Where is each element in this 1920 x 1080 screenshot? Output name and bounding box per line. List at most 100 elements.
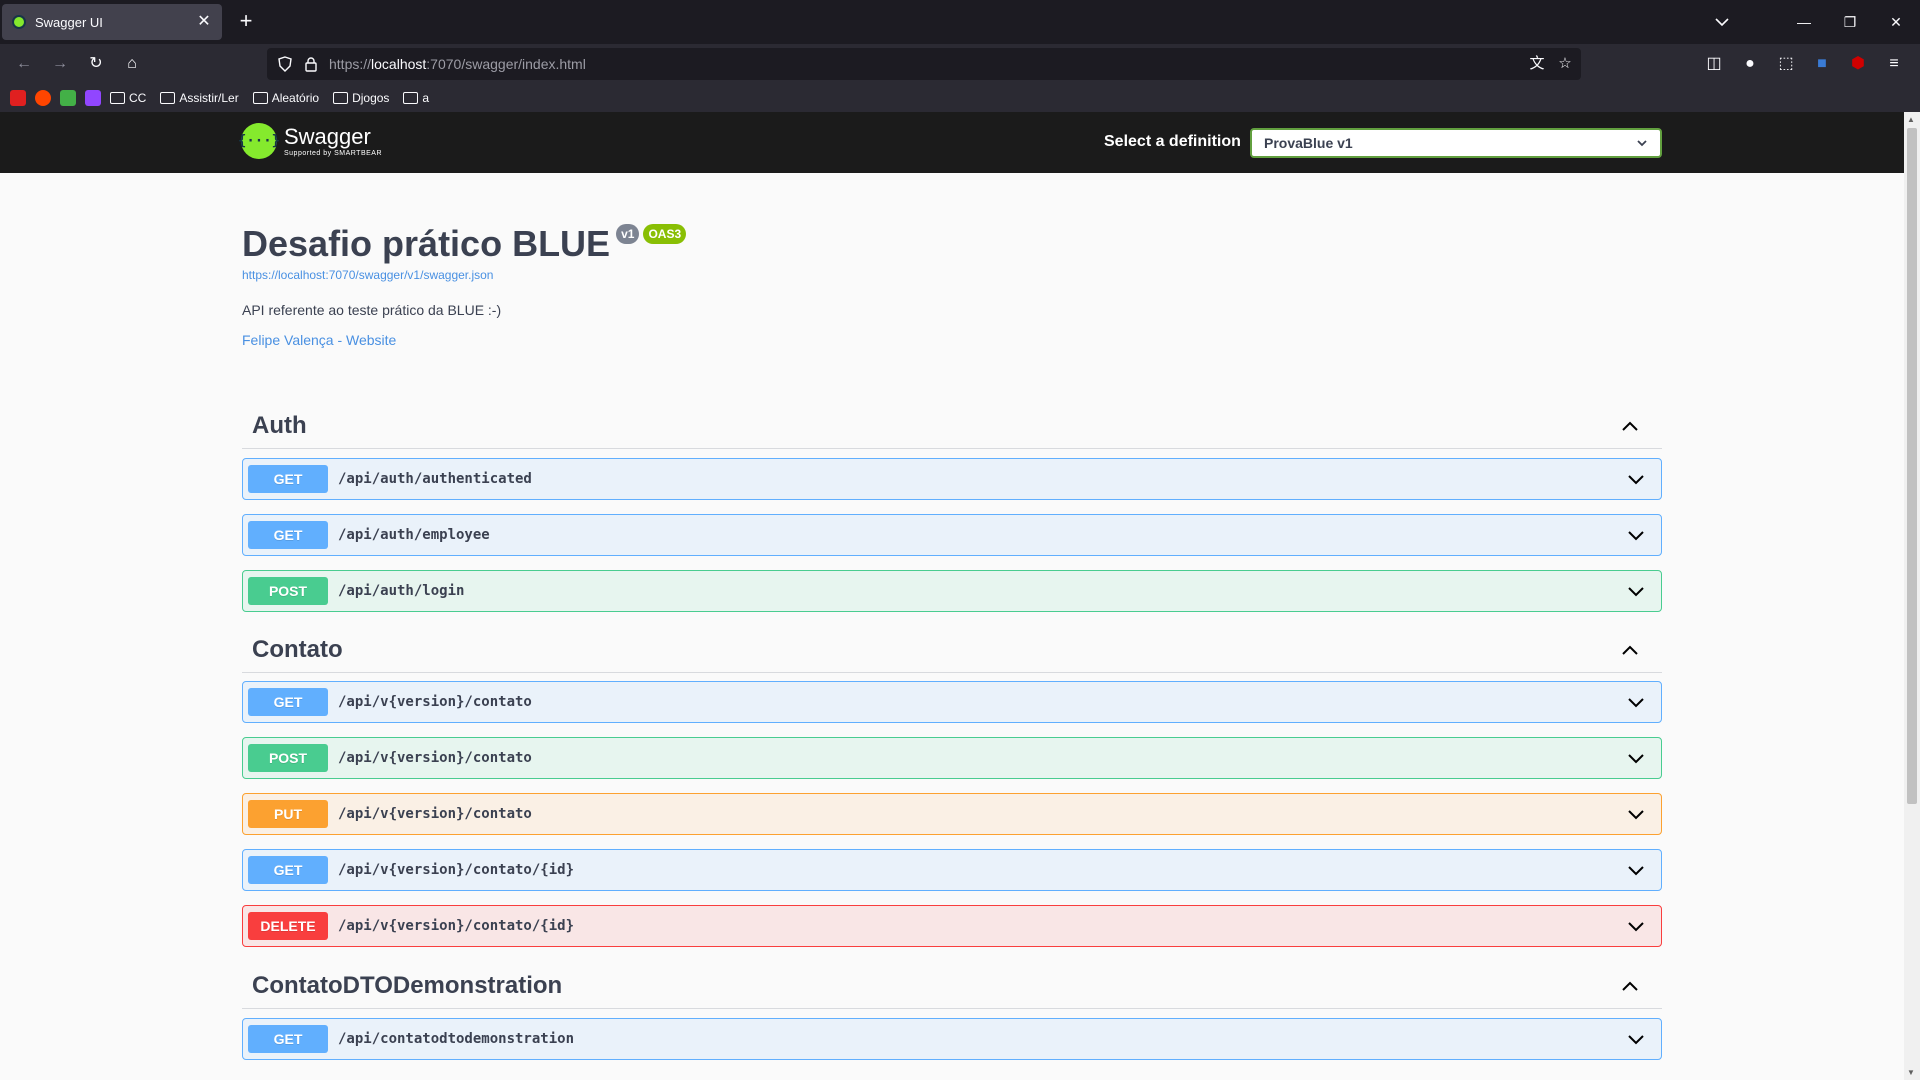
method-badge: POST [248, 744, 328, 772]
browser-nav-bar: ← → ↻ ⌂ https://localhost:7070/swagger/i… [0, 44, 1920, 84]
lock-icon[interactable] [303, 56, 319, 72]
bookmarks-bar: CC Assistir/Ler Aleatório Djogos a [0, 84, 1920, 112]
section-header-auth[interactable]: Auth [242, 403, 1662, 449]
close-window-icon[interactable]: ✕ [1884, 10, 1908, 34]
twitch-bookmark-icon[interactable] [85, 90, 101, 106]
operation-path: /api/auth/authenticated [338, 471, 532, 487]
operation-row[interactable]: GET /api/auth/authenticated [242, 458, 1662, 500]
ublock-extension-icon[interactable]: ⬢ [1846, 52, 1870, 76]
new-tab-button[interactable]: + [234, 10, 258, 34]
version-badge: v1 [616, 224, 640, 244]
method-badge: GET [248, 521, 328, 549]
operation-path: /api/v{version}/contato [338, 750, 532, 766]
folder-icon [403, 92, 419, 104]
green-bookmark-icon[interactable] [60, 90, 76, 106]
chevron-down-icon[interactable] [1626, 525, 1646, 545]
contact-link[interactable]: Felipe Valença - Website [242, 332, 686, 348]
folder-icon [110, 92, 125, 104]
chevron-down-icon[interactable] [1626, 692, 1646, 712]
chevron-up-icon[interactable] [1620, 976, 1640, 996]
account-icon[interactable]: ● [1738, 52, 1762, 76]
operation-row[interactable]: POST /api/auth/login [242, 570, 1662, 612]
page-title: Desafio prático BLUE [242, 223, 611, 264]
method-badge: GET [248, 856, 328, 884]
page-scrollbar[interactable]: ▲ ▼ [1904, 112, 1920, 1080]
reload-icon[interactable]: ↻ [84, 52, 108, 76]
bookmark-folder-djogos[interactable]: Djogos [333, 91, 389, 105]
method-badge: GET [248, 1025, 328, 1053]
tab-close-icon[interactable]: ✕ [196, 14, 212, 30]
definition-select[interactable]: ProvaBlue v1 [1250, 128, 1662, 158]
extensions-icon[interactable]: ⬚ [1774, 52, 1798, 76]
swagger-logo[interactable]: {···} Swagger Supported by SMARTBEAR [238, 123, 383, 159]
pocket-icon[interactable]: ◫ [1702, 52, 1726, 76]
swagger-favicon-icon [12, 15, 26, 29]
operation-row[interactable]: DELETE /api/v{version}/contato/{id} [242, 905, 1662, 947]
bookmark-label: Djogos [352, 91, 390, 105]
chevron-down-icon [1637, 140, 1647, 147]
swagger-logo-icon: {···} [238, 123, 280, 159]
operation-row[interactable]: GET /api/auth/employee [242, 514, 1662, 556]
bookmark-label: a [422, 91, 430, 105]
tracking-protection-icon[interactable] [277, 56, 293, 72]
section-title: Auth [252, 411, 307, 439]
list-all-tabs-icon[interactable] [1712, 12, 1732, 32]
spec-json-link[interactable]: https://localhost:7070/swagger/v1/swagge… [242, 268, 686, 282]
operation-row[interactable]: GET /api/v{version}/contato [242, 681, 1662, 723]
chevron-down-icon[interactable] [1626, 860, 1646, 880]
section-header-contato[interactable]: Contato [242, 627, 1662, 673]
chevron-down-icon[interactable] [1626, 469, 1646, 489]
section-header-contatodtodemonstration[interactable]: ContatoDTODemonstration [242, 963, 1662, 1009]
chevron-down-icon[interactable] [1626, 748, 1646, 768]
browser-tab-bar: Swagger UI ✕ + — ❐ ✕ [0, 0, 1920, 44]
chevron-down-icon[interactable] [1626, 916, 1646, 936]
operation-row[interactable]: PUT /api/v{version}/contato [242, 793, 1662, 835]
back-icon[interactable]: ← [12, 52, 36, 76]
forward-icon[interactable]: → [48, 52, 72, 76]
scroll-up-arrow-icon[interactable]: ▲ [1907, 115, 1915, 124]
method-badge: DELETE [248, 912, 328, 940]
operation-row[interactable]: POST /api/v{version}/contato [242, 737, 1662, 779]
folder-icon [252, 92, 268, 104]
page-viewport: {···} Swagger Supported by SMARTBEAR Sel… [0, 112, 1920, 1080]
home-icon[interactable]: ⌂ [120, 52, 144, 76]
chevron-up-icon[interactable] [1620, 640, 1640, 660]
section-contato: Contato [242, 627, 1662, 673]
reddit-bookmark-icon[interactable] [35, 90, 51, 106]
scrollbar-thumb[interactable] [1907, 128, 1917, 804]
folder-icon [160, 92, 176, 104]
youtube-bookmark-icon[interactable] [10, 90, 26, 106]
menu-icon[interactable]: ≡ [1882, 52, 1906, 76]
minimize-icon[interactable]: — [1792, 10, 1816, 34]
url-text[interactable]: https://localhost:7070/swagger/index.htm… [329, 56, 586, 72]
method-badge: GET [248, 465, 328, 493]
scroll-down-arrow-icon[interactable]: ▼ [1907, 1068, 1915, 1077]
swagger-topbar: {···} Swagger Supported by SMARTBEAR Sel… [0, 112, 1904, 173]
bookmark-folder-assistir[interactable]: Assistir/Ler [160, 91, 239, 105]
browser-tab[interactable]: Swagger UI ✕ [2, 4, 222, 40]
oas-badge: OAS3 [643, 224, 687, 244]
bookmark-folder-cc[interactable]: CC [110, 91, 146, 105]
bookmark-star-icon[interactable]: ☆ [1555, 54, 1575, 74]
chevron-down-icon[interactable] [1626, 581, 1646, 601]
operation-row[interactable]: GET /api/v{version}/contato/{id} [242, 849, 1662, 891]
folder-icon [333, 92, 349, 104]
address-bar[interactable]: https://localhost:7070/swagger/index.htm… [267, 48, 1581, 80]
operation-path: /api/v{version}/contato/{id} [338, 918, 575, 934]
translate-icon[interactable]: 文 [1527, 54, 1547, 74]
logo-sub: Supported by SMARTBEAR [284, 150, 383, 157]
operation-path: /api/auth/login [338, 583, 465, 599]
restore-icon[interactable]: ❐ [1838, 10, 1862, 34]
chevron-down-icon[interactable] [1626, 1029, 1646, 1049]
chevron-up-icon[interactable] [1620, 416, 1640, 436]
bitwarden-extension-icon[interactable]: ■ [1810, 52, 1834, 76]
api-info: Desafio prático BLUE v1 OAS3 https://loc… [242, 222, 687, 348]
bookmark-label: CC [129, 91, 147, 105]
method-badge: GET [248, 688, 328, 716]
operation-row[interactable]: GET /api/contatodtodemonstration [242, 1018, 1662, 1060]
chevron-down-icon[interactable] [1626, 804, 1646, 824]
section-contatodtodemonstration: ContatoDTODemonstration [242, 963, 1662, 1009]
section-auth: Auth [242, 403, 1662, 449]
bookmark-folder-a[interactable]: a [403, 91, 429, 105]
bookmark-folder-aleatorio[interactable]: Aleatório [252, 91, 319, 105]
